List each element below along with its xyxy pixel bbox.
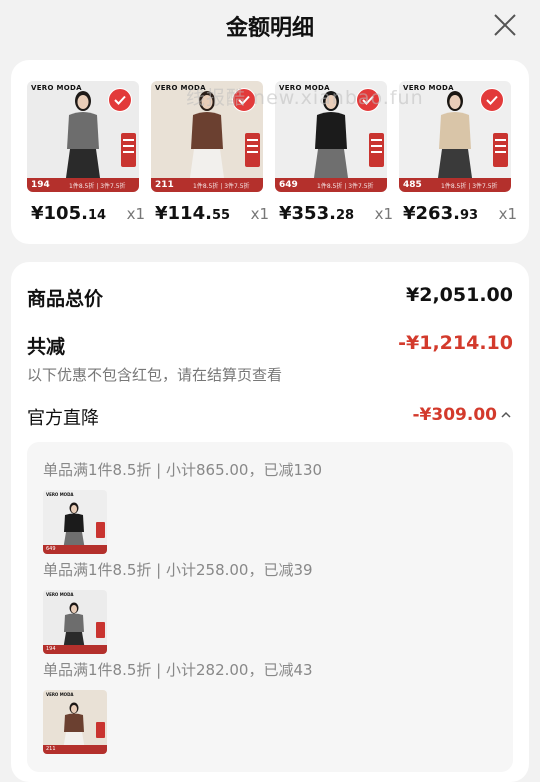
discount-product-thumbnail: VERO MODA 211 (43, 690, 107, 754)
total-reduction-value: -¥1,214.10 (398, 332, 513, 354)
product-quantity: x1 (374, 205, 393, 223)
discount-product-thumbnail: VERO MODA 194 (43, 590, 107, 654)
header: 金额明细 (0, 0, 540, 52)
official-discount-toggle[interactable]: -¥309.00 (413, 405, 512, 425)
product-quantity: x1 (126, 205, 145, 223)
model-figure-icon (63, 702, 85, 750)
product-image: VERO MODA 194 1件8.5折 | 3件7.5折 (27, 81, 139, 192)
product-item[interactable]: VERO MODA 649 1件8.5折 | 3件7.5折 ¥353.28 x1 (275, 81, 393, 224)
official-discount-label: 官方直降 (27, 408, 99, 429)
close-icon[interactable] (492, 12, 518, 38)
product-quantity: x1 (250, 205, 269, 223)
check-icon[interactable] (480, 88, 504, 112)
product-image: VERO MODA 649 1件8.5折 | 3件7.5折 (275, 81, 387, 192)
product-item[interactable]: VERO MODA 194 1件8.5折 | 3件7.5折 ¥105.14 x1 (27, 81, 145, 224)
product-image: VERO MODA 211 1件8.5折 | 3件7.5折 (151, 81, 263, 192)
model-figure-icon (437, 91, 473, 185)
price-strip: 194 1件8.5折 | 3件7.5折 (27, 178, 139, 192)
product-price: ¥353.28 (279, 203, 355, 224)
price-strip: 649 1件8.5折 | 3件7.5折 (275, 178, 387, 192)
product-item[interactable]: VERO MODA 211 1件8.5折 | 3件7.5折 ¥114.55 x1 (151, 81, 269, 224)
total-price-label: 商品总价 (27, 288, 104, 310)
promo-tag (121, 133, 136, 167)
price-strip: 211 1件8.5折 | 3件7.5折 (151, 178, 263, 192)
model-figure-icon (65, 91, 101, 185)
product-list-card: VERO MODA 194 1件8.5折 | 3件7.5折 ¥105.14 x1… (11, 60, 529, 244)
promo-tag (493, 133, 508, 167)
total-reduction-label: 共减 (27, 336, 66, 358)
discount-note: 以下优惠不包含红包，请在结算页查看 (27, 366, 283, 384)
page-title: 金额明细 (225, 16, 314, 41)
check-icon[interactable] (232, 88, 256, 112)
total-price-value: ¥2,051.00 (406, 284, 513, 306)
discount-rule-text: 单品满1件8.5折 | 小计865.00，已减130 (43, 461, 323, 479)
check-icon[interactable] (108, 88, 132, 112)
discount-rule-text: 单品满1件8.5折 | 小计282.00，已减43 (43, 661, 313, 679)
price-strip: 485 1件8.5折 | 3件7.5折 (399, 178, 511, 192)
product-price: ¥263.93 (403, 203, 479, 224)
check-icon[interactable] (356, 88, 380, 112)
product-price: ¥114.55 (155, 203, 231, 224)
model-figure-icon (63, 602, 85, 650)
official-discount-value: -¥309.00 (412, 405, 498, 425)
promo-tag (369, 133, 384, 167)
product-price: ¥105.14 (31, 203, 107, 224)
product-image: VERO MODA 485 1件8.5折 | 3件7.5折 (399, 81, 511, 192)
model-figure-icon (313, 91, 349, 185)
amount-detail-card: 商品总价 ¥2,051.00 共减 -¥1,214.10 以下优惠不包含红包，请… (11, 262, 529, 782)
product-item[interactable]: VERO MODA 485 1件8.5折 | 3件7.5折 ¥263.93 x1 (399, 81, 517, 224)
model-figure-icon (63, 502, 85, 550)
chevron-up-icon (501, 411, 511, 418)
discount-product-thumbnail: VERO MODA 649 (43, 490, 107, 554)
model-figure-icon (189, 91, 225, 185)
discount-breakdown-panel: 单品满1件8.5折 | 小计865.00，已减130 VERO MODA 649… (27, 442, 513, 772)
product-quantity: x1 (498, 205, 517, 223)
promo-tag (245, 133, 260, 167)
discount-rule-text: 单品满1件8.5折 | 小计258.00，已减39 (43, 561, 313, 579)
